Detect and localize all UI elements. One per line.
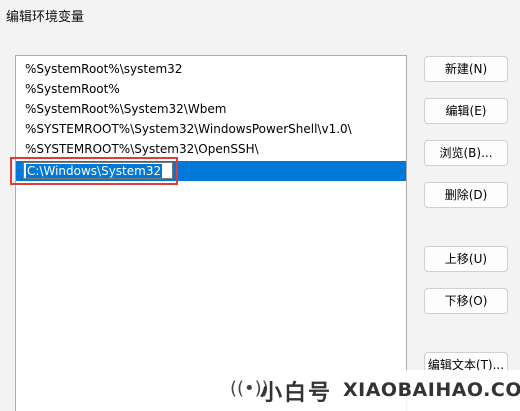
watermark: ((•)) 小白号 XIAOBAIHAO.COM xyxy=(218,370,520,411)
selected-text: C:\Windows\System32 xyxy=(26,164,163,178)
move-up-button[interactable]: 上移(U) xyxy=(424,246,508,272)
list-item[interactable]: %SystemRoot% xyxy=(16,79,406,99)
list-item[interactable]: %SystemRoot%\system32 xyxy=(16,59,406,79)
path-list[interactable]: %SystemRoot%\system32 %SystemRoot% %Syst… xyxy=(15,55,407,411)
path-edit-input[interactable]: C:\Windows\System32 xyxy=(23,162,173,179)
list-item[interactable]: %SystemRoot%\System32\Wbem xyxy=(16,99,406,119)
watermark-cn-text: 小白号 xyxy=(260,381,333,406)
edit-env-variable-dialog: 编辑环境变量 %SystemRoot%\system32 %SystemRoot… xyxy=(0,0,520,411)
list-item[interactable]: %SYSTEMROOT%\System32\WindowsPowerShell\… xyxy=(16,119,406,139)
list-item[interactable]: %SYSTEMROOT%\System32\OpenSSH\ xyxy=(16,139,406,159)
move-down-button[interactable]: 下移(O) xyxy=(424,288,508,314)
edit-button[interactable]: 编辑(E) xyxy=(424,98,508,124)
delete-button[interactable]: 删除(D) xyxy=(424,182,508,208)
list-item-selected[interactable]: C:\Windows\System32 xyxy=(16,161,406,181)
watermark-en-text: XIAOBAIHAO.COM xyxy=(343,379,520,401)
new-button[interactable]: 新建(N) xyxy=(424,56,508,82)
browse-button[interactable]: 浏览(B)... xyxy=(424,140,508,166)
window-title: 编辑环境变量 xyxy=(6,10,85,25)
